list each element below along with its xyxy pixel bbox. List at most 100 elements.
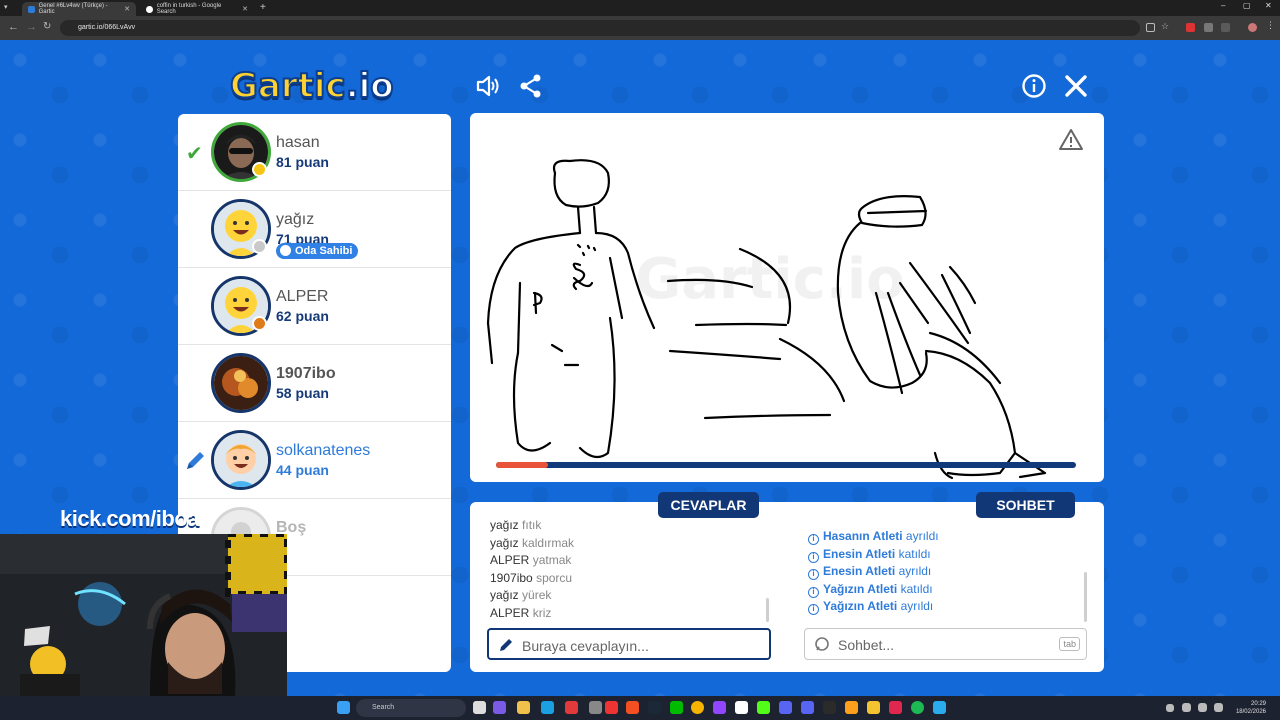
task-view-icon[interactable] [473,701,486,714]
chat-action: katıldı [900,581,933,596]
answers-chat-panel: CEVAPLAR SOHBET yağız fıtık yağız kaldır… [470,492,1104,672]
answer-user: yağız [490,535,519,550]
browser-menu-icon[interactable]: ⋮ [1266,20,1275,30]
app-icon[interactable] [589,701,602,714]
list-item: ALPER kriz [490,605,750,623]
answers-scrollbar[interactable] [766,598,769,622]
discord-icon[interactable] [779,701,792,714]
volume-icon[interactable] [1198,703,1207,712]
chat-input[interactable]: Sohbet... tab [804,628,1087,660]
player-row[interactable]: 1907ibo 58 puan [178,345,451,422]
list-item: i Enesin Atleti ayrıldı [808,563,1078,581]
battery-icon[interactable] [1214,703,1223,712]
avatar [211,430,271,490]
taskbar-clock[interactable]: 20:29 18/02/2026 [1236,700,1266,716]
minimize-icon[interactable]: – [1221,1,1225,10]
chat-user: Enesin Atleti [823,546,896,561]
network-icon[interactable] [1182,703,1191,712]
twitch-icon[interactable] [713,701,726,714]
info-icon[interactable] [1021,73,1047,99]
answer-word: sporcu [536,570,573,585]
app-icon[interactable] [670,701,683,714]
app-icon[interactable] [605,701,618,714]
close-tab-icon[interactable]: ✕ [124,5,130,13]
tab-search-icon[interactable]: ▾ [4,3,14,13]
office-icon[interactable] [626,701,639,714]
back-icon[interactable]: ← [8,21,19,33]
player-name: hasan [276,134,320,151]
answer-word: fıtık [522,518,542,532]
list-item: yağız fıtık [490,517,750,535]
list-item: i Yağızın Atleti ayrıldı [808,598,1078,616]
file-explorer-icon[interactable] [517,701,530,714]
os-taskbar: Search 20:29 18/02/2026 [0,696,1280,720]
profile-avatar[interactable] [1248,23,1257,32]
telegram-icon[interactable] [933,701,946,714]
kick-icon[interactable] [757,701,770,714]
avatar [211,353,271,413]
url-field[interactable]: gartic.io/066LvAvv [60,20,1140,36]
new-tab-icon[interactable]: + [260,2,266,13]
steam-icon[interactable] [648,701,661,714]
list-item: 1907ibo sporcu [490,570,750,588]
status-dot [252,162,267,177]
player-points: 58 puan [276,385,329,401]
close-tab-icon[interactable]: ✕ [242,5,248,13]
player-row[interactable]: solkanatenes 44 puan [178,422,451,499]
player-avatar-face [214,433,268,487]
app-icon[interactable] [565,701,578,714]
chat-user: Hasanın Atleti [823,529,903,543]
chat-list: i Hasanın Atleti ayrıldı i Enesin Atleti k… [808,528,1078,616]
taskbar-search-label: Search [372,704,395,711]
windows-start-icon[interactable] [337,701,350,714]
report-warning-icon[interactable] [1058,127,1084,153]
status-dot [252,239,267,254]
browser-tab-google[interactable]: coffin in turkish - Google Search ✕ [140,2,254,16]
player-photo [214,356,268,410]
app-icon[interactable] [735,701,748,714]
share-icon[interactable] [518,73,544,99]
answer-user: ALPER [490,553,530,567]
extensions-puzzle-icon[interactable] [1221,23,1230,32]
extension-icon[interactable] [1186,23,1195,32]
tray-chevron-icon[interactable] [1166,704,1174,712]
chat-scrollbar[interactable] [1084,572,1087,622]
chrome-icon[interactable] [691,701,704,714]
player-name: solkanatenes [276,442,371,459]
app-icon[interactable] [493,701,506,714]
close-window-icon[interactable]: ✕ [1265,1,1272,10]
player-row[interactable]: ✔ hasan 81 puan [178,114,451,191]
app-icon[interactable] [867,701,880,714]
forward-icon[interactable]: → [26,21,37,33]
drawing-pencil-icon [187,452,204,469]
edge-icon[interactable] [541,701,554,714]
player-row[interactable]: ALPER 62 puan [178,268,451,345]
clock-time: 20:29 [1250,701,1266,707]
player-name: yağız [276,211,315,228]
install-app-icon[interactable] [1146,23,1155,32]
app-icon[interactable] [845,701,858,714]
drawing-canvas[interactable]: Gartic.io [470,113,1104,482]
close-icon[interactable] [1063,73,1089,99]
info-icon: i [808,604,819,615]
app-icon[interactable] [823,701,836,714]
browser-tab-gartic[interactable]: Genel #6Lv4wv (Türkçe) - Gartic ✕ [22,2,136,16]
tab-answers[interactable]: CEVAPLAR [658,492,759,518]
app-icon[interactable] [801,701,814,714]
chat-action: katıldı [898,546,931,561]
chat-action: ayrıldı [905,529,939,543]
taskbar-search[interactable]: Search [356,699,466,717]
player-row[interactable]: yağız 71 puan Oda Sahibi [178,191,451,268]
sound-icon[interactable] [475,73,501,99]
info-icon: i [808,569,819,580]
maximize-icon[interactable]: ▢ [1243,1,1251,10]
tab-chat[interactable]: SOHBET [976,492,1075,518]
answer-user: yağız [490,588,519,602]
reload-icon[interactable]: ↻ [43,21,51,32]
answers-list: yağız fıtık yağız kaldırmak ALPER yatmak… [490,517,750,622]
bookmark-star-icon[interactable]: ☆ [1161,21,1170,31]
spotify-icon[interactable] [911,701,924,714]
answer-input[interactable]: Buraya cevaplayın... [487,628,771,660]
extension-icon[interactable] [1204,23,1213,32]
app-icon[interactable] [889,701,902,714]
